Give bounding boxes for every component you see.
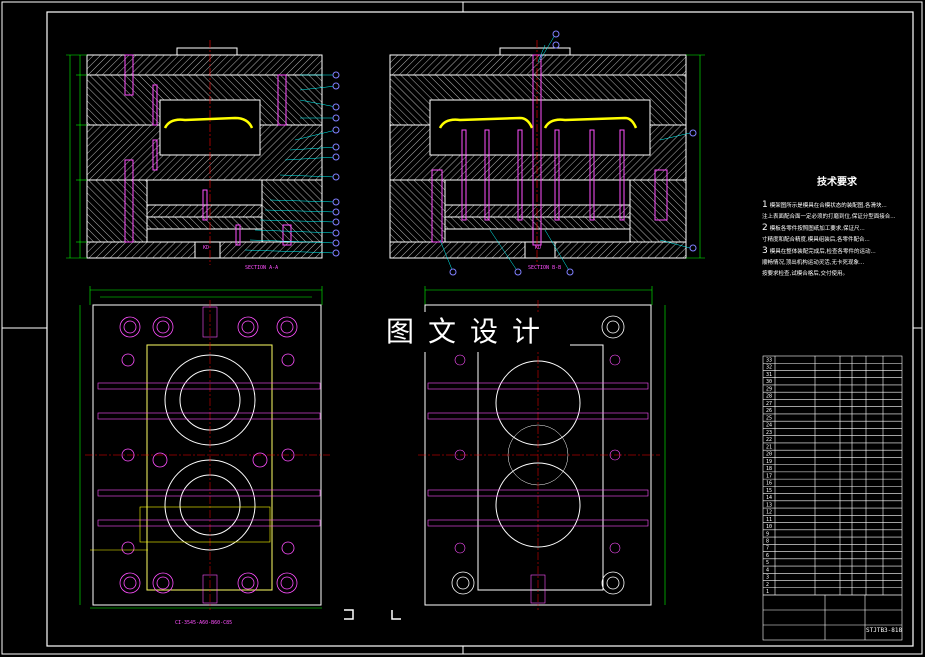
table-row-number: 1 — [766, 589, 769, 595]
table-row-number: 22 — [766, 437, 772, 443]
table-row-number: 30 — [766, 379, 772, 385]
note-line: 按要求检查,试模合格后,交付使用。 — [762, 269, 912, 280]
section-b-label: SECTION B-B — [528, 265, 562, 271]
note-line: 注上表面配合面一定必须的打磨到位,保证分型面接合... — [762, 212, 912, 223]
table-row-number: 6 — [766, 553, 769, 559]
table-row-number: 8 — [766, 539, 769, 545]
note-text: 模具在整体装配完成后,检查各零件的运动... — [769, 249, 876, 255]
table-row-number: 15 — [766, 488, 772, 494]
table-row-number: 23 — [766, 430, 772, 436]
note-number: 1 — [762, 200, 768, 210]
table-row-number: 16 — [766, 481, 772, 487]
table-row-number: 29 — [766, 386, 772, 392]
table-row-number: 28 — [766, 394, 772, 400]
note-line: 顺畅情况,顶出机构运动灵活,无卡死现象... — [762, 258, 912, 269]
table-row-number: 5 — [766, 560, 769, 566]
parts-list-table: 3332313029282726252423222120191817161514… — [762, 355, 903, 641]
table-row-number: 27 — [766, 401, 772, 407]
table-row-number: 12 — [766, 510, 772, 516]
note-line: 2 模板各零件按照图纸加工要求,保证尺... — [762, 223, 912, 235]
table-row-number: 19 — [766, 459, 772, 465]
moving-half-plan-view — [79, 286, 330, 610]
table-row-number: 17 — [766, 473, 772, 479]
table-row-number: 25 — [766, 415, 772, 421]
note-number: 2 — [762, 223, 768, 233]
view-marks — [344, 609, 401, 620]
table-row-number: 9 — [766, 531, 769, 537]
note-text: 模板各零件按照图纸加工要求,保证尺... — [769, 226, 865, 232]
table-row-number: 24 — [766, 423, 772, 429]
note-line: 1 模架图所示是模具在合模状态的装配图,各滑块... — [762, 200, 912, 212]
table-row-number: 26 — [766, 408, 772, 414]
table-row-number: 20 — [766, 452, 772, 458]
table-row-number: 11 — [766, 517, 772, 523]
kd-label-left: KD — [203, 245, 210, 251]
table-row-number: 4 — [766, 567, 769, 573]
section-a-a-view — [66, 40, 340, 265]
table-row-number: 32 — [766, 365, 772, 371]
section-b-b-view — [389, 30, 705, 276]
table-row-number: 33 — [766, 357, 772, 363]
drawing-number: STJTB3-818 — [866, 627, 903, 634]
table-row-number: 3 — [766, 575, 769, 581]
section-a-label: SECTION A-A — [245, 265, 279, 271]
kd-label-right: KD — [535, 245, 542, 251]
table-row-number: 31 — [766, 372, 772, 378]
note-number: 3 — [762, 246, 768, 256]
table-row-number: 13 — [766, 502, 772, 508]
table-row-number: 7 — [766, 546, 769, 552]
note-text: 模架图所示是模具在合模状态的装配图,各滑块... — [769, 203, 887, 209]
table-row-number: 2 — [766, 582, 769, 588]
technical-requirements: 技术要求 1 模架图所示是模具在合模状态的装配图,各滑块... 注上表面配合面一定… — [762, 173, 912, 280]
note-text: 注上表面配合面一定必须的打磨到位,保证分型面接合... — [762, 214, 896, 220]
table-row-number: 10 — [766, 524, 772, 530]
note-text: 按要求检查,试模合格后,交付使用。 — [762, 271, 848, 277]
table-row-number: 18 — [766, 466, 772, 472]
watermark-title: 图文设计 — [370, 312, 570, 352]
note-line: 寸精度和配合精度,模具组装后,各零件配合... — [762, 235, 912, 246]
note-text: 寸精度和配合精度,模具组装后,各零件配合... — [762, 237, 870, 243]
note-text: 顺畅情况,顶出机构运动灵活,无卡死现象... — [762, 260, 865, 266]
notes-title: 技术要求 — [817, 177, 857, 188]
bottom-note: CI-3545-A60-B60-C85 — [175, 620, 233, 626]
note-line: 3 模具在整体装配完成后,检查各零件的运动... — [762, 246, 912, 258]
table-row-number: 21 — [766, 444, 772, 450]
table-row-number: 14 — [766, 495, 772, 501]
